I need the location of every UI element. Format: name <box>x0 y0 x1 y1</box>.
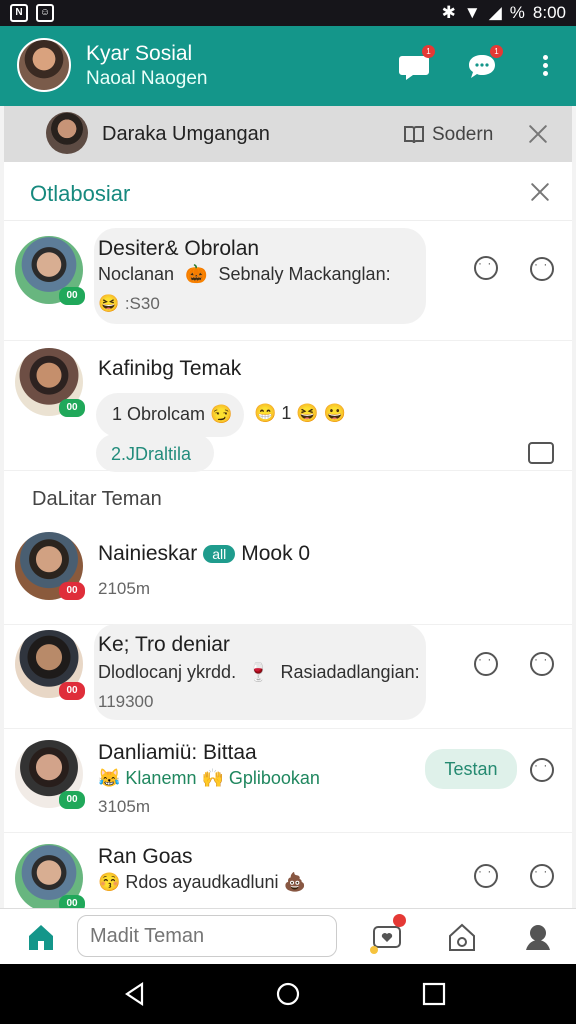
signal-icon: ◢ <box>488 3 502 22</box>
friend-row[interactable]: 00 Ke; Tro deniar Dlodlocanj ykrdd. 🍷 Ra… <box>4 624 572 729</box>
status-badge: 00 <box>59 582 85 600</box>
profile-tab[interactable] <box>521 920 555 954</box>
friend-name: Ke; Tro deniar <box>98 633 230 656</box>
friend-message: Dlodlocanj ykrdd. 🍷 Rasiadadlangian: <box>98 662 420 682</box>
home-icon <box>29 925 53 950</box>
notification-action-button[interactable]: Sodern <box>402 123 493 147</box>
chat-badge: 1 <box>422 45 435 58</box>
search-input[interactable] <box>77 915 337 957</box>
messages-button[interactable]: 1 <box>465 45 503 82</box>
status-left-icons: N ☺ <box>10 4 54 22</box>
status-pill: all <box>203 545 236 564</box>
user-icon <box>526 925 550 950</box>
app-title: Kyar Sosial <box>86 42 193 65</box>
recents-button[interactable] <box>421 981 447 1007</box>
chat-time: 😆 :S30 <box>98 294 160 313</box>
bubble-text: 2.JDraltila <box>111 444 192 464</box>
react-icon[interactable] <box>530 758 554 782</box>
friend-message: 😚 Rdos ayaudkadluni 💩 <box>98 872 306 892</box>
friend-extra: Mook 0 <box>241 542 311 565</box>
react-icon[interactable] <box>530 652 554 676</box>
close-panel-icon[interactable] <box>530 182 550 202</box>
friend-time: 119300 <box>98 692 154 711</box>
chat-name: Desiter& Obrolan <box>98 237 260 260</box>
chat-row[interactable]: 00 Desiter& Obrolan Noclanan 🎃 Sebnaly M… <box>4 220 572 341</box>
square-icon <box>422 982 446 1006</box>
bottom-navigation <box>0 908 576 965</box>
reply-icon[interactable] <box>474 652 498 676</box>
close-icon[interactable] <box>528 124 548 144</box>
reply-icon[interactable] <box>474 864 498 888</box>
panel-title: Otlabosiar <box>30 181 131 206</box>
app-notification-icon: N <box>10 4 28 22</box>
status-chip[interactable]: Testan <box>425 749 517 789</box>
reply-icon[interactable] <box>474 256 498 280</box>
android-navigation-bar <box>0 964 576 1024</box>
friend-name: Nainieskar all Mook 0 <box>98 542 310 566</box>
home-tab-alt[interactable] <box>445 920 479 954</box>
home-button[interactable] <box>275 981 301 1007</box>
bluetooth-icon: ✱ <box>441 3 456 22</box>
friend-row[interactable]: 00 Nainieskar all Mook 0 2105m <box>4 526 572 625</box>
friend-row[interactable]: 00 Danliamiü: Bittaa 😹 Klanemn 🙌 Gpliboo… <box>4 728 572 833</box>
dot-icon <box>542 63 548 68</box>
friend-time: 2105m <box>98 579 150 598</box>
book-icon <box>404 126 424 144</box>
react-icon[interactable] <box>530 257 554 281</box>
status-bar: N ☺ ✱ ▼ ◢ % 8:00 <box>0 0 576 26</box>
back-icon <box>125 981 144 1007</box>
status-badge: 00 <box>59 287 85 305</box>
friend-message: 😹 Klanemn 🙌 Gplibookan <box>98 768 320 788</box>
notification-action-label: Sodern <box>432 124 494 145</box>
friend-time: 3105m <box>98 797 150 816</box>
notification-title: Daraka Umgangan <box>102 123 270 145</box>
bubble-text: 1 Obrolcam 😏 <box>112 404 233 424</box>
dot-icon <box>542 71 548 76</box>
app-header: Kyar Sosial Naoal Naogen 1 1 <box>0 26 576 106</box>
activity-badge <box>393 914 406 927</box>
circle-home-icon <box>276 982 300 1006</box>
chat-row[interactable]: 00 Kafinibg Temak 1 Obrolcam 😏 😁 1 😆 😀 2… <box>4 340 572 472</box>
attachment-icon[interactable] <box>528 442 554 464</box>
house-icon <box>449 923 475 951</box>
back-button[interactable] <box>122 981 148 1007</box>
friend-name: Danliamiü: Bittaa <box>98 741 257 764</box>
dot-icon <box>542 55 548 60</box>
wifi-icon: ▼ <box>463 3 481 22</box>
chat-panel: Otlabosiar 00 Desiter& Obrolan Noclanan … <box>4 162 572 908</box>
profile-avatar[interactable] <box>17 38 71 92</box>
status-badge: 00 <box>59 895 85 908</box>
status-badge: 00 <box>59 791 85 809</box>
react-icon[interactable] <box>530 864 554 888</box>
status-right-icons: ✱ ▼ ◢ % 8:00 <box>442 3 566 23</box>
more-menu-button[interactable] <box>540 52 550 80</box>
chat-name: Kafinibg Temak <box>98 357 242 380</box>
friend-row[interactable]: 00 Ran Goas 😚 Rdos ayaudkadluni 💩 <box>4 832 572 908</box>
section-label: DaLitar Teman <box>32 488 162 510</box>
app-subtitle: Naoal Naogen <box>86 68 208 89</box>
chat-message: Noclanan 🎃 Sebnaly Mackanglan: <box>98 264 391 284</box>
notification-banner: Daraka Umgangan Sodern <box>4 106 572 163</box>
home-tab[interactable] <box>24 920 58 954</box>
panel-header: Otlabosiar <box>4 162 572 221</box>
message-badge: 1 <box>490 45 503 58</box>
battery-icon: % <box>509 3 525 22</box>
cat-icon: ☺ <box>36 4 54 22</box>
clock: 8:00 <box>532 3 566 22</box>
friend-name: Ran Goas <box>98 845 193 868</box>
reaction-emojis: 😁 1 😆 😀 <box>254 403 347 423</box>
notification-avatar <box>46 112 88 154</box>
status-badge: 00 <box>59 399 85 417</box>
status-badge: 00 <box>59 682 85 700</box>
chat-notifications-button[interactable]: 1 <box>397 45 435 82</box>
friend-name-text: Nainieskar <box>98 542 198 565</box>
